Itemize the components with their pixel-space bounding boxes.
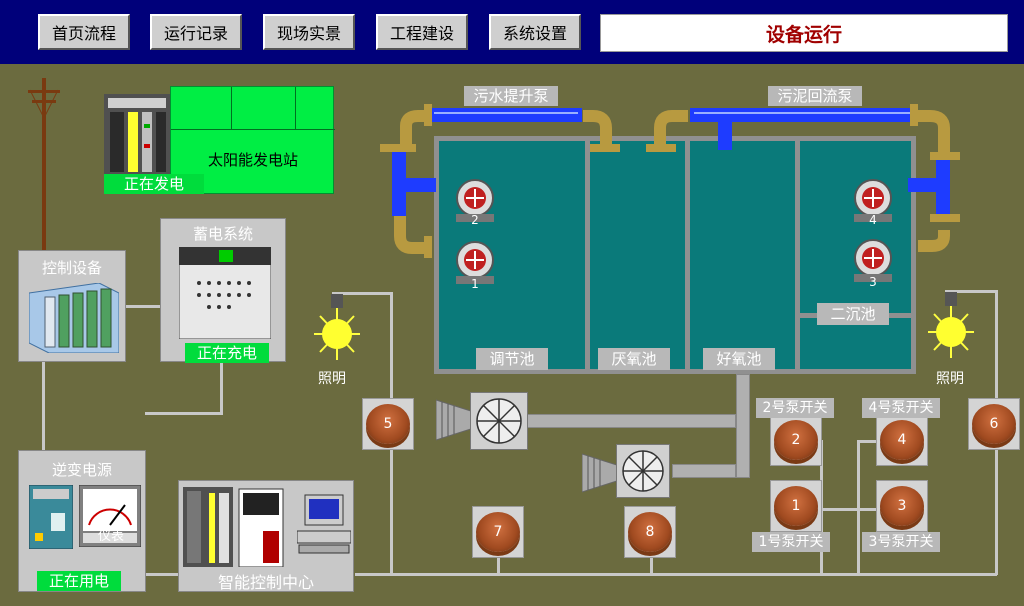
pump4-switch-label: 4号泵开关 xyxy=(862,398,940,418)
inverter-status-badge: 正在用电 xyxy=(37,571,121,591)
pump-3-label: 3 xyxy=(869,275,877,288)
page-title: 设备运行 xyxy=(600,14,1008,52)
light-right-label: 照明 xyxy=(936,371,964,387)
control-button-6[interactable]: 6 xyxy=(968,398,1020,450)
inverter-device-icon xyxy=(29,485,73,549)
pump-3-icon: 3 xyxy=(854,239,892,288)
pump-4-icon: 4 xyxy=(854,179,892,226)
pump1-switch-label: 1号泵开关 xyxy=(752,532,830,552)
solar-status-badge: 正在发电 xyxy=(104,174,204,194)
pump3-switch-button[interactable]: 3 xyxy=(876,480,928,532)
pump1-switch-button[interactable]: 1 xyxy=(770,480,822,532)
computer-icon xyxy=(297,494,351,554)
solar-cabinet-icon xyxy=(104,94,170,176)
pump-4-label: 4 xyxy=(869,213,877,226)
tank-regulating-label: 调节池 xyxy=(476,348,548,370)
plc-rack-icon xyxy=(29,283,119,353)
blower-2-intake-icon xyxy=(582,453,620,493)
storage-status-badge: 正在充电 xyxy=(185,343,269,363)
nav-engineering-button[interactable]: 工程建设 xyxy=(376,14,468,50)
light-bulb-left-icon xyxy=(314,294,360,360)
inverter-panel[interactable]: 逆变电源 仪表 正在用电 xyxy=(18,450,146,592)
tank-secondary-clarifier-label: 二沉池 xyxy=(817,303,889,325)
button-1-label: 1 xyxy=(774,486,818,526)
power-pole-icon xyxy=(28,78,60,256)
wire xyxy=(126,305,162,308)
app-window: 首页流程 运行记录 现场实景 工程建设 系统设置 设备运行 太阳能发电站 正在发… xyxy=(0,0,1024,606)
server-rack-icon xyxy=(183,487,284,567)
blower-2-fan-icon[interactable] xyxy=(616,444,670,498)
pump2-switch-button[interactable]: 2 xyxy=(770,414,822,466)
button-8-label: 8 xyxy=(628,512,672,552)
nav-run-log-button[interactable]: 运行记录 xyxy=(150,14,242,50)
pump3-switch-label: 3号泵开关 xyxy=(862,532,940,552)
nav-live-view-button[interactable]: 现场实景 xyxy=(263,14,355,50)
tank-anaerobic-label: 厌氧池 xyxy=(598,348,670,370)
light-bulb-right-icon xyxy=(928,292,974,358)
wire xyxy=(145,573,180,576)
wire xyxy=(145,412,223,415)
control-button-8[interactable]: 8 xyxy=(624,506,676,558)
pump2-switch-label: 2号泵开关 xyxy=(756,398,834,418)
blower-1-fan-icon[interactable] xyxy=(470,392,528,450)
wire xyxy=(42,362,45,450)
top-nav-bar: 首页流程 运行记录 现场实景 工程建设 系统设置 设备运行 xyxy=(0,0,1024,64)
control-center-title: 智能控制中心 xyxy=(217,573,314,592)
button-5-label: 5 xyxy=(366,404,410,444)
pump-2-label: 2 xyxy=(471,213,479,224)
button-6-label: 6 xyxy=(972,404,1016,444)
meter-label: 仪表 xyxy=(97,529,124,544)
storage-system-panel[interactable]: 蓄电系统 正在充电 xyxy=(160,218,286,363)
solar-station-panel[interactable]: 太阳能发电站 正在发电 xyxy=(104,86,335,194)
light-left-label: 照明 xyxy=(318,371,346,387)
wire xyxy=(820,508,860,511)
button-3-label: 3 xyxy=(880,486,924,526)
control-title: 控制设备 xyxy=(41,259,102,277)
sewage-lift-pump-label: 污水提升泵 xyxy=(464,86,558,106)
button-2-label: 2 xyxy=(774,420,818,460)
nav-home-flow-button[interactable]: 首页流程 xyxy=(38,14,130,50)
wire xyxy=(355,573,997,576)
button-4-label: 4 xyxy=(880,420,924,460)
storage-title: 蓄电系统 xyxy=(192,225,253,243)
air-duct xyxy=(526,414,736,428)
control-button-5[interactable]: 5 xyxy=(362,398,414,450)
solar-title: 太阳能发电站 xyxy=(207,151,298,169)
pump4-switch-button[interactable]: 4 xyxy=(876,414,928,466)
control-equipment-panel[interactable]: 控制设备 xyxy=(18,250,126,362)
inverter-title: 逆变电源 xyxy=(51,461,112,479)
button-7-label: 7 xyxy=(476,512,520,552)
air-duct xyxy=(672,464,736,478)
tank-aerobic-label: 好氧池 xyxy=(703,348,775,370)
air-duct xyxy=(736,374,750,478)
nav-settings-button[interactable]: 系统设置 xyxy=(489,14,581,50)
pump-1-label: 1 xyxy=(471,277,479,290)
control-button-7[interactable]: 7 xyxy=(472,506,524,558)
wire xyxy=(220,362,223,414)
sludge-return-pump-label: 污泥回流泵 xyxy=(768,86,862,106)
battery-cabinet-icon xyxy=(179,247,271,339)
blower-1-intake-icon xyxy=(436,399,474,441)
pump-1-icon: 1 xyxy=(456,241,494,290)
pump-2-icon: 2 xyxy=(456,179,494,224)
control-center-panel[interactable]: 智能控制中心 xyxy=(178,480,354,592)
wire xyxy=(857,440,860,574)
